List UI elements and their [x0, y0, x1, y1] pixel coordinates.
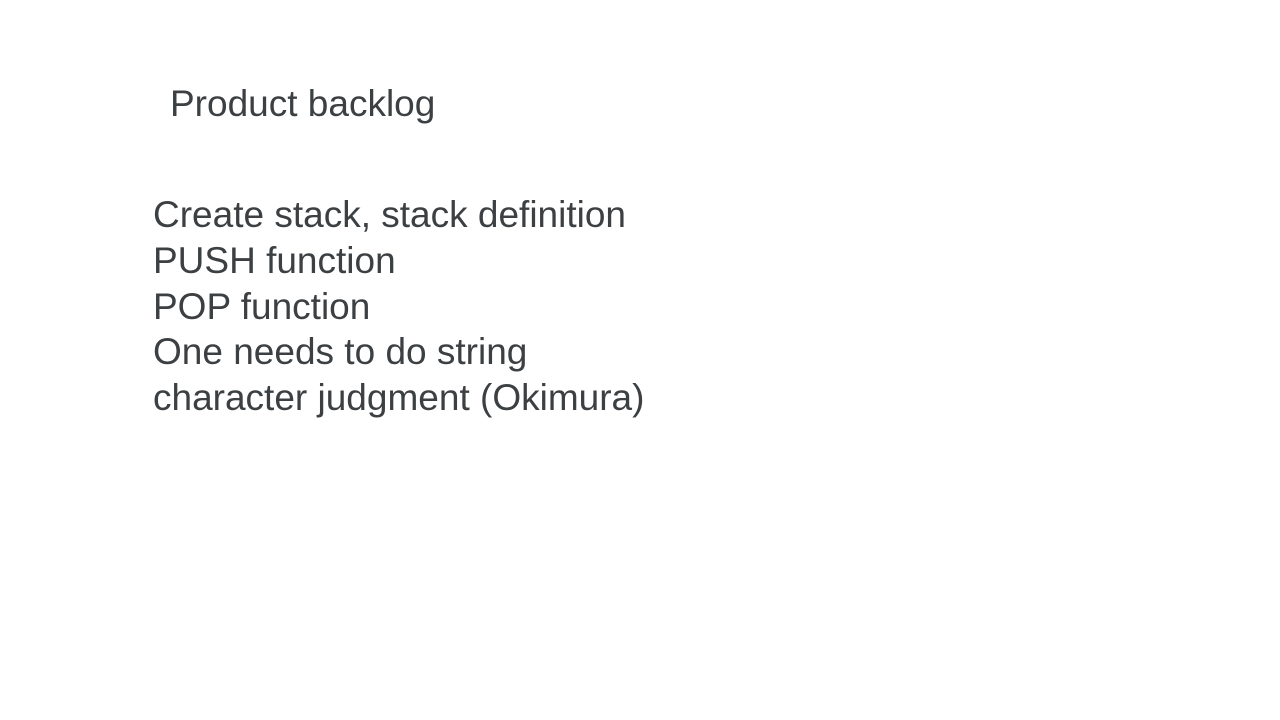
backlog-list: Create stack, stack definition PUSH func… [153, 192, 644, 421]
backlog-line: character judgment (Okimura) [153, 377, 645, 418]
backlog-line: Create stack, stack definition [153, 194, 626, 235]
slide-title: Product backlog [170, 83, 436, 124]
backlog-line: PUSH function [153, 239, 396, 281]
slide: Product backlog Create stack, stack defi… [0, 0, 1280, 720]
backlog-line: POP function [153, 285, 371, 327]
backlog-line: One needs to do string [153, 331, 528, 373]
